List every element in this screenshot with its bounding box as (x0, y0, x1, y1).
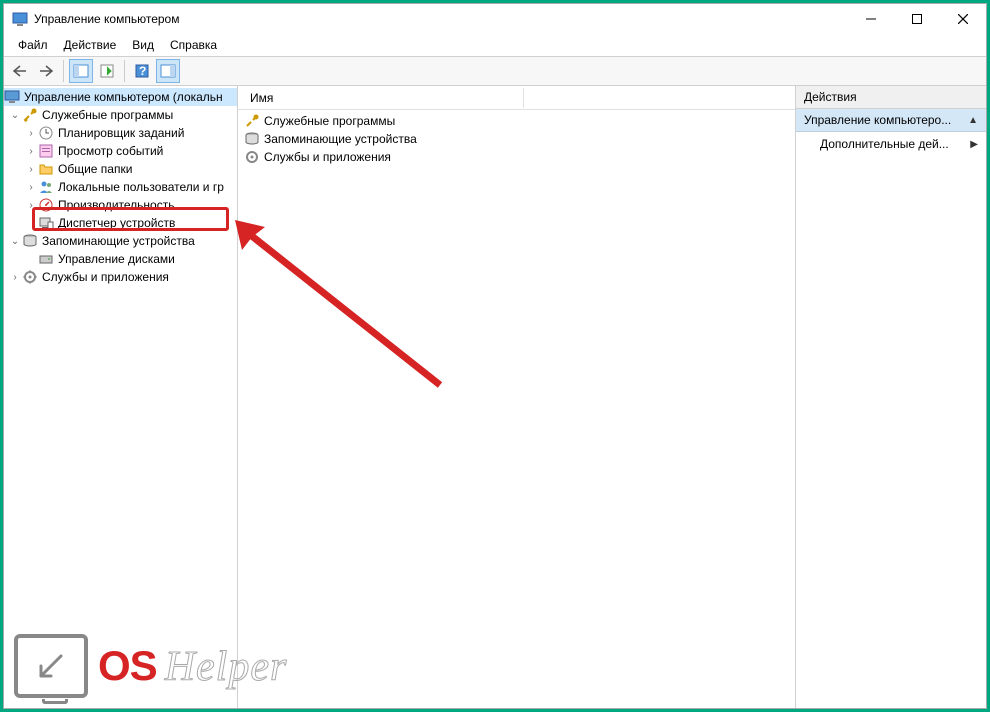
action-more-label: Дополнительные дей... (820, 137, 949, 151)
tree-users-label: Локальные пользователи и гр (58, 180, 224, 194)
expander-icon[interactable]: › (24, 200, 38, 211)
expander-icon[interactable]: › (24, 164, 38, 175)
minimize-button[interactable] (848, 4, 894, 34)
action-more[interactable]: Дополнительные дей... ▶ (796, 132, 986, 156)
tree-diskmgr[interactable]: Управление дисками (4, 250, 237, 268)
tree-services-label: Службы и приложения (42, 270, 169, 284)
tree-storage[interactable]: ⌄ Запоминающие устройства (4, 232, 237, 250)
collapse-icon: ▲ (968, 115, 978, 126)
event-icon (38, 143, 54, 159)
list-item-utilities[interactable]: Служебные программы (238, 112, 795, 130)
expander-icon[interactable]: › (24, 128, 38, 139)
app-window: Управление компьютером Файл Действие Вид… (3, 3, 987, 709)
forward-button[interactable] (34, 59, 58, 83)
actions-pane: Действия Управление компьютеро... ▲ Допо… (796, 86, 986, 708)
toolbar-separator (63, 60, 64, 82)
list-item-storage[interactable]: Запоминающие устройства (238, 130, 795, 148)
expander-icon[interactable]: › (8, 272, 22, 283)
tree-root[interactable]: Управление компьютером (локальн (4, 88, 237, 106)
help-button[interactable]: ? (130, 59, 154, 83)
actions-section-label: Управление компьютеро... (804, 113, 968, 127)
computer-icon (4, 89, 20, 105)
tree-device-manager-label: Диспетчер устройств (58, 216, 175, 230)
menu-file[interactable]: Файл (12, 36, 54, 54)
expander-icon[interactable]: ⌄ (8, 110, 22, 121)
services-icon (22, 269, 38, 285)
list-item-label: Службы и приложения (264, 150, 391, 164)
close-button[interactable] (940, 4, 986, 34)
tree-eventviewer-label: Просмотр событий (58, 144, 163, 158)
tree-utilities[interactable]: ⌄ Служебные программы (4, 106, 237, 124)
actions-section[interactable]: Управление компьютеро... ▲ (796, 109, 986, 132)
device-icon (38, 215, 54, 231)
list-header: Имя (238, 86, 795, 110)
storage-icon (244, 131, 260, 147)
users-icon (38, 179, 54, 195)
tree-performance[interactable]: › Производительность (4, 196, 237, 214)
list-item-services[interactable]: Службы и приложения (238, 148, 795, 166)
show-actions-button[interactable] (156, 59, 180, 83)
titlebar: Управление компьютером (4, 4, 986, 34)
tree-root-label: Управление компьютером (локальн (24, 90, 223, 104)
expander-icon[interactable]: ⌄ (8, 236, 22, 247)
app-icon (12, 11, 28, 27)
maximize-button[interactable] (894, 4, 940, 34)
folder-icon (38, 161, 54, 177)
tools-icon (244, 113, 260, 129)
menubar: Файл Действие Вид Справка (4, 34, 986, 56)
list-item-label: Запоминающие устройства (264, 132, 417, 146)
clock-icon (38, 125, 54, 141)
services-icon (244, 149, 260, 165)
show-tree-button[interactable] (69, 59, 93, 83)
menu-view[interactable]: Вид (126, 36, 160, 54)
tree-utilities-label: Служебные программы (42, 108, 173, 122)
storage-icon (22, 233, 38, 249)
window-title: Управление компьютером (34, 12, 848, 26)
tree-shared-label: Общие папки (58, 162, 132, 176)
tree-services[interactable]: › Службы и приложения (4, 268, 237, 286)
content-area: Управление компьютером (локальн ⌄ Служеб… (4, 86, 986, 708)
tree-diskmgr-label: Управление дисками (58, 252, 175, 266)
column-name[interactable]: Имя (244, 88, 524, 108)
chevron-right-icon: ▶ (970, 139, 978, 150)
tree-scheduler-label: Планировщик заданий (58, 126, 184, 140)
tree-scheduler[interactable]: › Планировщик заданий (4, 124, 237, 142)
tree-eventviewer[interactable]: › Просмотр событий (4, 142, 237, 160)
tree-shared[interactable]: › Общие папки (4, 160, 237, 178)
actions-header: Действия (796, 86, 986, 109)
tree-device-manager[interactable]: Диспетчер устройств (4, 214, 237, 232)
expander-icon[interactable]: › (24, 182, 38, 193)
toolbar-separator (124, 60, 125, 82)
toolbar: ? (4, 56, 986, 86)
menu-help[interactable]: Справка (164, 36, 223, 54)
menu-action[interactable]: Действие (58, 36, 123, 54)
tree-performance-label: Производительность (58, 198, 174, 212)
perf-icon (38, 197, 54, 213)
expander-icon[interactable]: › (24, 146, 38, 157)
back-button[interactable] (8, 59, 32, 83)
tools-icon (22, 107, 38, 123)
properties-button[interactable] (95, 59, 119, 83)
svg-text:?: ? (139, 64, 146, 78)
disk-icon (38, 251, 54, 267)
tree-pane: Управление компьютером (локальн ⌄ Служеб… (4, 86, 238, 708)
list-pane: Имя Служебные программы Запоминающие уст… (238, 86, 796, 708)
list-item-label: Служебные программы (264, 114, 395, 128)
tree-storage-label: Запоминающие устройства (42, 234, 195, 248)
tree-users[interactable]: › Локальные пользователи и гр (4, 178, 237, 196)
